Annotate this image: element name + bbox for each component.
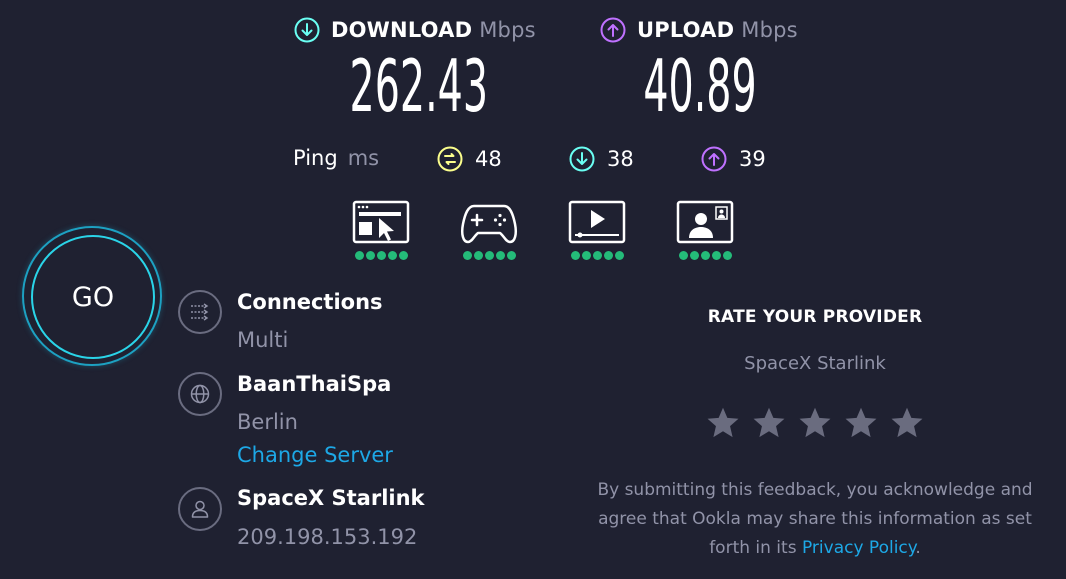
download-speed-value: 262.43: [349, 44, 489, 128]
quality-rating-dots: [568, 251, 626, 260]
quality-dot: [722, 251, 732, 260]
quality-dot: [700, 251, 710, 260]
upload-header: UPLOAD Mbps: [600, 17, 798, 43]
ping-label-group: Ping ms: [293, 146, 379, 170]
star-icon[interactable]: [843, 405, 879, 441]
ping-upload: 39: [701, 146, 766, 172]
star-rating: [705, 405, 925, 441]
quality-dot: [365, 251, 375, 260]
provider-name: SpaceX Starlink: [237, 486, 425, 510]
quality-gaming[interactable]: [460, 200, 518, 260]
disclaimer-end: .: [915, 538, 921, 558]
quality-video-chat[interactable]: [676, 200, 734, 260]
connections-icon: [191, 303, 209, 321]
ping-upload-value: 39: [739, 147, 766, 171]
quality-video-streaming[interactable]: [568, 200, 626, 260]
quality-dot: [354, 251, 364, 260]
star-icon[interactable]: [797, 405, 833, 441]
provider-ip: 209.198.153.192: [237, 525, 418, 549]
disclaimer-line-1: By submitting this feedback, you acknowl…: [597, 480, 1033, 500]
connections-title: Connections: [237, 290, 383, 314]
star-icon[interactable]: [889, 405, 925, 441]
gaming-controller-icon: [460, 204, 518, 244]
quality-dot: [592, 251, 602, 260]
upload-latency-icon: [701, 146, 727, 172]
quality-rating-dots: [352, 251, 410, 260]
upload-arrow-icon: [600, 17, 626, 43]
download-unit: Mbps: [479, 18, 536, 42]
quality-dot: [603, 251, 613, 260]
ping-idle-value: 48: [475, 147, 502, 171]
upload-unit: Mbps: [741, 18, 798, 42]
globe-icon: [190, 384, 210, 404]
download-latency-icon: [569, 146, 595, 172]
star-icon[interactable]: [705, 405, 741, 441]
disclaimer-line-2: agree that Ookla may share this informat…: [598, 509, 1032, 529]
ping-unit: ms: [347, 146, 380, 170]
quality-dot: [506, 251, 516, 260]
ping-idle: 48: [437, 146, 502, 172]
rate-provider-title: RATE YOUR PROVIDER: [707, 307, 923, 327]
quality-dot: [614, 251, 624, 260]
video-chat-icon: [676, 200, 734, 244]
privacy-policy-link[interactable]: Privacy Policy: [802, 538, 915, 558]
disclaimer-line-3-text: forth in its: [709, 538, 797, 558]
disclaimer-line-3: forth in its Privacy Policy.: [570, 534, 1060, 563]
quality-dot: [570, 251, 580, 260]
download-header: DOWNLOAD Mbps: [294, 17, 536, 43]
download-arrow-icon: [294, 17, 320, 43]
quality-dot: [711, 251, 721, 260]
server-name: BaanThaiSpa: [237, 372, 392, 396]
download-label: DOWNLOAD: [331, 18, 473, 42]
quality-dot: [581, 251, 591, 260]
quality-dot: [387, 251, 397, 260]
server-icon-wrap: [178, 372, 222, 416]
quality-dot: [484, 251, 494, 260]
rate-provider-name: SpaceX Starlink: [744, 353, 886, 374]
quality-web-browsing[interactable]: [352, 200, 410, 260]
feedback-disclaimer: By submitting this feedback, you acknowl…: [570, 476, 1060, 563]
quality-dot: [462, 251, 472, 260]
connections-icon-wrap: [178, 290, 222, 334]
upload-label: UPLOAD: [637, 18, 735, 42]
quality-rating-dots: [676, 251, 734, 260]
provider-icon-wrap: [178, 487, 222, 531]
video-streaming-icon: [568, 200, 626, 244]
idle-latency-icon: [437, 146, 463, 172]
quality-dot: [376, 251, 386, 260]
ping-download: 38: [569, 146, 634, 172]
quality-dot: [678, 251, 688, 260]
quality-dot: [398, 251, 408, 260]
ping-download-value: 38: [607, 147, 634, 171]
user-icon: [191, 500, 209, 518]
quality-rating-dots: [460, 251, 518, 260]
star-icon[interactable]: [751, 405, 787, 441]
quality-dot: [473, 251, 483, 260]
quality-dot: [689, 251, 699, 260]
server-location: Berlin: [237, 410, 298, 434]
web-browsing-icon: [352, 200, 410, 244]
change-server-link[interactable]: Change Server: [237, 443, 393, 467]
upload-speed-value: 40.89: [643, 44, 757, 128]
quality-dot: [495, 251, 505, 260]
ping-label: Ping: [293, 146, 338, 170]
go-button[interactable]: GO: [31, 235, 155, 359]
connections-value: Multi: [237, 328, 289, 352]
